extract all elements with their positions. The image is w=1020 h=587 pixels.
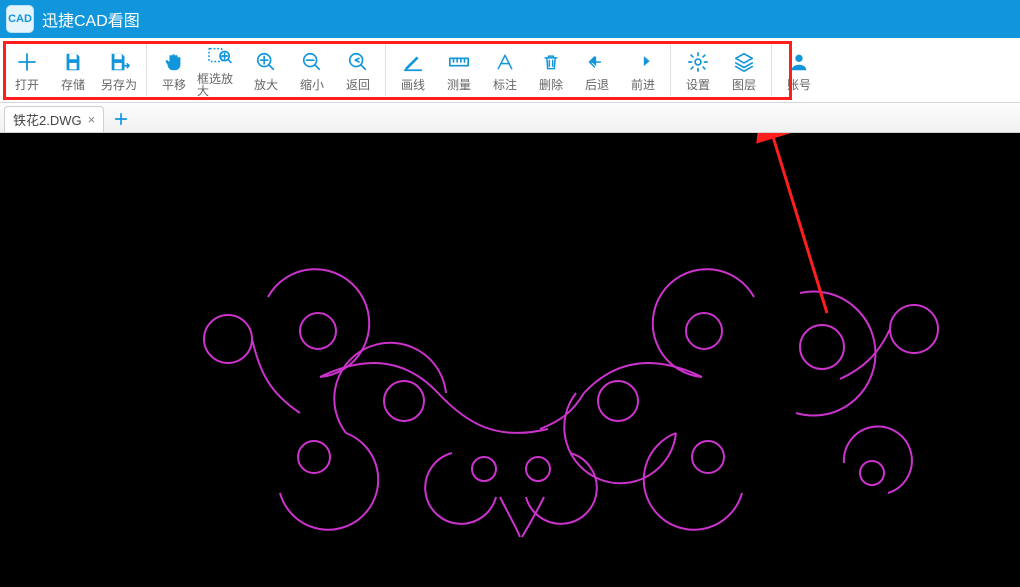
settings-button[interactable]: 设置: [675, 38, 721, 102]
pan-button[interactable]: 平移: [151, 38, 197, 102]
ruler-icon: [446, 49, 472, 75]
tab-bar: 铁花2.DWG ×: [0, 103, 1020, 133]
toolbar-button-label: 账号: [787, 79, 811, 91]
app-icon: CAD: [6, 5, 34, 33]
zoom-box-icon: [207, 43, 233, 69]
toolbar-button-label: 放大: [254, 79, 278, 91]
trash-icon: [538, 49, 564, 75]
toolbar-button-label: 框选放大: [197, 73, 243, 97]
cad-drawing: [0, 133, 1020, 587]
layers-button[interactable]: 图层: [721, 38, 767, 102]
plus-icon: [14, 49, 40, 75]
toolbar-separator: [146, 44, 147, 96]
open-button[interactable]: 打开: [4, 38, 50, 102]
redo-icon: [630, 49, 656, 75]
toolbar-button-label: 图层: [732, 79, 756, 91]
save-button[interactable]: 存储: [50, 38, 96, 102]
back-button[interactable]: 返回: [335, 38, 381, 102]
toolbar-button-label: 删除: [539, 79, 563, 91]
redo-button[interactable]: 前进: [620, 38, 666, 102]
toolbar: 打开 存储 另存为 平移框选放大放大 缩小 返回 画线 测量 标注 删除 后退 前进 设置 图层 账号: [0, 38, 1020, 103]
titlebar: CAD 迅捷CAD看图: [0, 0, 1020, 38]
zoom-in-button[interactable]: 放大: [243, 38, 289, 102]
toolbar-button-label: 打开: [15, 79, 39, 91]
gear-icon: [685, 49, 711, 75]
save-as-button[interactable]: 另存为: [96, 38, 142, 102]
tab-close-icon[interactable]: ×: [88, 112, 96, 127]
toolbar-button-label: 标注: [493, 79, 517, 91]
undo-icon: [584, 49, 610, 75]
file-tab[interactable]: 铁花2.DWG ×: [4, 106, 104, 132]
toolbar-button-label: 存储: [61, 79, 85, 91]
layers-icon: [731, 49, 757, 75]
zoom-window-button[interactable]: 框选放大: [197, 38, 243, 102]
file-tab-label: 铁花2.DWG: [13, 110, 82, 129]
zoom-out-icon: [299, 49, 325, 75]
toolbar-button-label: 画线: [401, 79, 425, 91]
save-icon: [60, 49, 86, 75]
zoom-out-button[interactable]: 缩小: [289, 38, 335, 102]
toolbar-separator: [670, 44, 671, 96]
measure-button[interactable]: 测量: [436, 38, 482, 102]
toolbar-button-label: 测量: [447, 79, 471, 91]
zoom-rev-icon: [345, 49, 371, 75]
toolbar-button-label: 后退: [585, 79, 609, 91]
toolbar-separator: [771, 44, 772, 96]
toolbar-button-label: 设置: [686, 79, 710, 91]
toolbar-button-label: 缩小: [300, 79, 324, 91]
hand-icon: [161, 49, 187, 75]
text-a-icon: [492, 49, 518, 75]
app-title: 迅捷CAD看图: [42, 7, 140, 31]
toolbar-separator: [385, 44, 386, 96]
account-button[interactable]: 账号: [776, 38, 822, 102]
new-tab-button[interactable]: [108, 106, 134, 132]
save-as-icon: [106, 49, 132, 75]
draw-line-button[interactable]: 画线: [390, 38, 436, 102]
pencil-icon: [400, 49, 426, 75]
toolbar-button-label: 另存为: [101, 79, 137, 91]
toolbar-button-label: 平移: [162, 79, 186, 91]
zoom-in-icon: [253, 49, 279, 75]
toolbar-button-label: 返回: [346, 79, 370, 91]
delete-button[interactable]: 删除: [528, 38, 574, 102]
canvas[interactable]: [0, 133, 1020, 587]
undo-button[interactable]: 后退: [574, 38, 620, 102]
annotate-button[interactable]: 标注: [482, 38, 528, 102]
user-icon: [786, 49, 812, 75]
toolbar-button-label: 前进: [631, 79, 655, 91]
